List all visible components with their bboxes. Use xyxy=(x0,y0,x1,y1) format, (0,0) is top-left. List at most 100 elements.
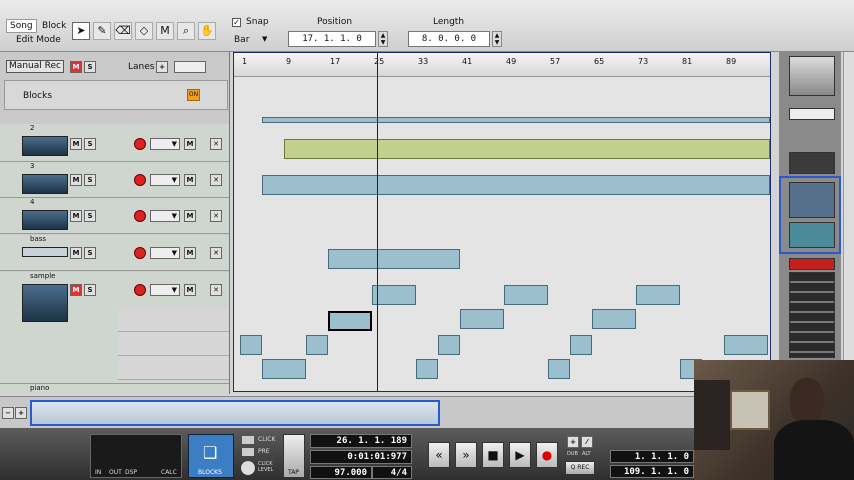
clip[interactable] xyxy=(548,359,570,379)
clip[interactable] xyxy=(262,175,770,195)
rack-device[interactable] xyxy=(789,222,835,248)
pencil-tool-icon[interactable]: ✎ xyxy=(93,22,111,40)
lane-mute-button[interactable]: M xyxy=(184,174,196,186)
mute-button[interactable]: M xyxy=(70,138,82,150)
solo-button[interactable]: S xyxy=(84,138,96,150)
clip[interactable] xyxy=(284,139,770,159)
length-spinner[interactable]: ▲ ▼ xyxy=(492,31,502,47)
magnify-tool-icon[interactable]: ⌕ xyxy=(177,22,195,40)
delete-lane-button[interactable]: ✕ xyxy=(210,247,222,259)
precount-toggle[interactable] xyxy=(242,448,254,456)
clip[interactable] xyxy=(240,335,262,355)
song-navigator[interactable]: − + xyxy=(0,396,694,428)
signature-display[interactable]: 4/4 xyxy=(372,466,412,479)
device-thumbnail[interactable] xyxy=(22,136,68,156)
clip[interactable] xyxy=(438,335,460,355)
clip[interactable] xyxy=(262,359,306,379)
bar-ruler[interactable]: 1 9 17 25 33 41 49 57 65 73 81 89 xyxy=(234,53,770,77)
arrange-view[interactable]: 1 9 17 25 33 41 49 57 65 73 81 89 xyxy=(233,52,771,392)
mute-button[interactable]: M xyxy=(70,174,82,186)
mute-tool-icon[interactable]: M xyxy=(156,22,174,40)
rewind-icon[interactable]: « xyxy=(428,442,450,468)
edit-mode-button[interactable]: Edit Mode xyxy=(12,33,65,47)
master-mute-button[interactable]: M xyxy=(70,61,82,73)
lane-select[interactable]: ▼ xyxy=(150,284,180,296)
mute-button[interactable]: M xyxy=(70,210,82,222)
song-position-display[interactable]: 26. 1. 1. 189 xyxy=(310,434,412,448)
lane-select[interactable]: ▼ xyxy=(150,174,180,186)
device-thumbnail[interactable] xyxy=(22,247,68,257)
rack-device[interactable] xyxy=(789,56,835,96)
arrow-tool-icon[interactable]: ➤ xyxy=(72,22,90,40)
clip[interactable] xyxy=(460,309,504,329)
rack-scrollbar[interactable] xyxy=(843,52,854,360)
clip[interactable] xyxy=(306,335,328,355)
device-thumbnail[interactable] xyxy=(22,174,68,194)
lane-mute-button[interactable]: M xyxy=(184,247,196,259)
zoom-in-icon[interactable]: + xyxy=(15,407,27,419)
master-solo-button[interactable]: S xyxy=(84,61,96,73)
clip[interactable] xyxy=(636,285,680,305)
clip[interactable] xyxy=(592,309,636,329)
delete-lane-button[interactable]: ✕ xyxy=(210,210,222,222)
snap-dropdown-arrow-icon[interactable]: ▼ xyxy=(262,35,267,43)
clip[interactable] xyxy=(372,285,416,305)
position-spinner[interactable]: ▲ ▼ xyxy=(378,31,388,47)
lane-select[interactable]: ▼ xyxy=(150,247,180,259)
device-thumbnail[interactable] xyxy=(22,210,68,230)
rack-device[interactable] xyxy=(789,108,835,120)
record-enable-button[interactable] xyxy=(134,174,146,186)
lane-view-select[interactable] xyxy=(174,61,206,73)
clip[interactable] xyxy=(416,359,438,379)
lane-mute-button[interactable]: M xyxy=(184,210,196,222)
rack-device[interactable] xyxy=(789,182,835,218)
clip[interactable] xyxy=(504,285,548,305)
record-enable-button[interactable] xyxy=(134,284,146,296)
position-field[interactable]: 17. 1. 1. 0 xyxy=(288,31,376,47)
delete-lane-button[interactable]: ✕ xyxy=(210,284,222,296)
fast-forward-icon[interactable]: » xyxy=(455,442,477,468)
mute-button[interactable]: M xyxy=(70,247,82,259)
record-enable-button[interactable] xyxy=(134,247,146,259)
new-dub-icon[interactable]: + xyxy=(567,436,579,448)
clip[interactable] xyxy=(570,335,592,355)
zoom-out-icon[interactable]: − xyxy=(2,407,14,419)
solo-button[interactable]: S xyxy=(84,210,96,222)
solo-button[interactable]: S xyxy=(84,284,96,296)
manual-rec-button[interactable]: Manual Rec xyxy=(6,60,64,73)
tempo-display[interactable]: 97.000 xyxy=(310,466,372,479)
snap-value-select[interactable]: Bar xyxy=(234,35,249,45)
length-field[interactable]: 8. 0. 0. 0 xyxy=(408,31,490,47)
blocks-on-toggle[interactable]: ON xyxy=(187,89,200,101)
lane-select[interactable]: ▼ xyxy=(150,138,180,150)
lane-mute-button[interactable]: M xyxy=(184,138,196,150)
quantize-rec-button[interactable]: Q REC xyxy=(565,461,595,475)
record-enable-button[interactable] xyxy=(134,138,146,150)
device-thumbnail[interactable] xyxy=(22,284,68,322)
click-level-knob[interactable] xyxy=(240,460,256,476)
clip[interactable] xyxy=(262,117,770,123)
clip[interactable] xyxy=(724,335,768,355)
tap-tempo-button[interactable]: TAP xyxy=(283,434,305,478)
add-lane-button[interactable]: + xyxy=(156,61,168,73)
play-icon[interactable]: ▶ xyxy=(509,442,531,468)
mute-button[interactable]: M xyxy=(70,284,82,296)
clip[interactable] xyxy=(328,249,460,269)
time-display[interactable]: 0:01:01:977 xyxy=(310,450,412,464)
eraser-tool-icon[interactable]: ⌫ xyxy=(114,22,132,40)
new-alt-icon[interactable]: ⁄ xyxy=(581,436,593,448)
block-mode-button[interactable]: Block xyxy=(38,19,70,33)
delete-lane-button[interactable]: ✕ xyxy=(210,138,222,150)
delete-lane-button[interactable]: ✕ xyxy=(210,174,222,186)
rack-device[interactable] xyxy=(789,152,835,174)
song-position-marker[interactable] xyxy=(377,53,378,391)
rack-device[interactable] xyxy=(789,272,835,358)
solo-button[interactable]: S xyxy=(84,174,96,186)
blocks-button[interactable]: ❑ BLOCKS xyxy=(188,434,234,478)
click-toggle[interactable] xyxy=(242,436,254,444)
selected-clip[interactable] xyxy=(328,311,372,331)
snap-checkbox[interactable]: ✓ xyxy=(232,18,241,27)
record-enable-button[interactable] xyxy=(134,210,146,222)
razor-tool-icon[interactable]: ◇ xyxy=(135,22,153,40)
navigator-viewport[interactable] xyxy=(30,400,440,426)
